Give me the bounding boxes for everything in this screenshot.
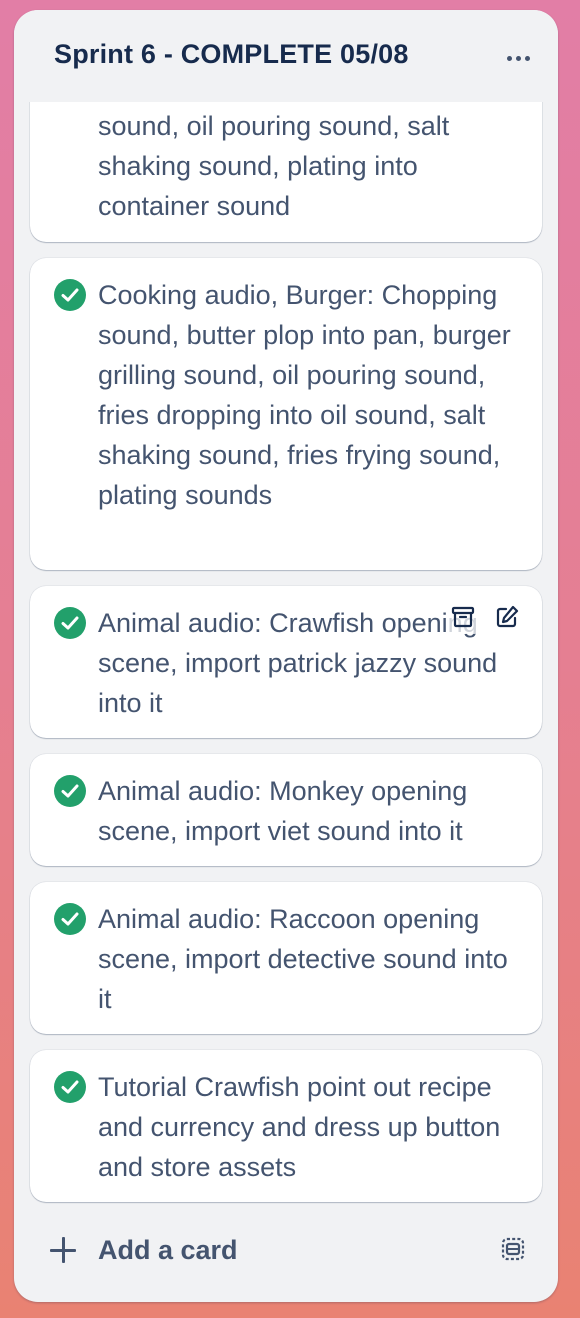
card-template-icon[interactable] (496, 1232, 530, 1266)
card-list: sound, oil pouring sound, salt shaking s… (14, 10, 558, 1302)
add-card-label: Add a card (98, 1234, 238, 1265)
more-dot-icon (524, 55, 530, 61)
card-title: sound, oil pouring sound, salt shaking s… (98, 111, 450, 221)
complete-check-icon[interactable] (54, 1071, 86, 1103)
card-title: Cooking audio, Burger: Chopping sound, b… (98, 280, 511, 510)
complete-check-icon[interactable] (54, 607, 86, 639)
list-title[interactable]: Sprint 6 - COMPLETE 05/08 (54, 39, 409, 70)
list-column: sound, oil pouring sound, salt shaking s… (14, 10, 558, 1302)
card-title: Animal audio: Monkey opening scene, impo… (98, 776, 468, 846)
card[interactable]: Tutorial Crawfish point out recipe and c… (30, 1050, 542, 1202)
add-card-button[interactable]: Add a card (36, 1220, 476, 1280)
edit-icon[interactable] (490, 600, 524, 634)
card[interactable]: Cooking audio, Burger: Chopping sound, b… (30, 258, 542, 570)
list-more-button[interactable] (500, 40, 536, 76)
complete-check-icon[interactable] (54, 775, 86, 807)
list-footer: Add a card (14, 1206, 558, 1302)
more-dot-icon (515, 55, 521, 61)
card[interactable]: Animal audio: Raccoon opening scene, imp… (30, 882, 542, 1034)
card[interactable]: Animal audio: Monkey opening scene, impo… (30, 754, 542, 866)
archive-icon[interactable] (446, 600, 480, 634)
complete-check-icon[interactable] (54, 903, 86, 935)
card[interactable]: Animal audio: Crawfish opening scene, im… (30, 586, 542, 738)
complete-check-icon[interactable] (54, 279, 86, 311)
card-title: Tutorial Crawfish point out recipe and c… (98, 1072, 501, 1182)
plus-icon (48, 1235, 78, 1265)
more-dot-icon (506, 55, 512, 61)
card-title: Animal audio: Raccoon opening scene, imp… (98, 904, 508, 1014)
card-hover-actions (446, 600, 524, 634)
list-header: Sprint 6 - COMPLETE 05/08 (14, 10, 558, 102)
